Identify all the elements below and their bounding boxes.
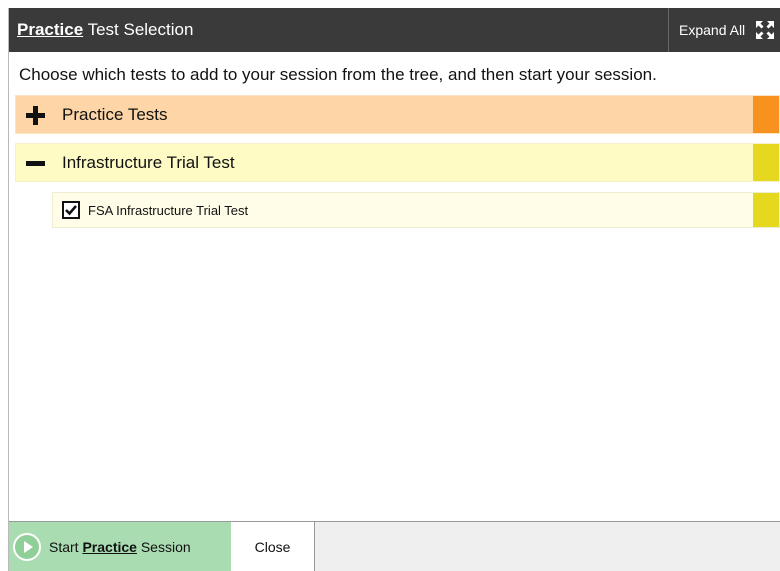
expand-arrows-icon: [755, 20, 775, 40]
row-accent-bar: [753, 144, 779, 181]
expand-all-button[interactable]: Expand All: [668, 8, 780, 52]
start-practice-session-button[interactable]: Start Practice Session: [9, 522, 231, 571]
title-keyword: Practice: [17, 20, 84, 39]
plus-icon[interactable]: [16, 96, 56, 133]
start-prefix: Start: [49, 538, 79, 555]
tree-node-infrastructure-trial-test[interactable]: Infrastructure Trial Test: [15, 143, 780, 182]
minus-icon[interactable]: [16, 144, 56, 181]
dialog-title: Practice Test Selection: [17, 8, 193, 52]
tree-leaf-label: FSA Infrastructure Trial Test: [88, 202, 249, 218]
title-bar: Practice Test Selection Expand All: [9, 8, 780, 52]
instructions-text: Choose which tests to add to your sessio…: [19, 65, 657, 84]
test-selection-dialog: Practice Test Selection Expand All Choos…: [8, 8, 780, 571]
close-button[interactable]: Close: [231, 522, 315, 571]
tree-node-label: Infrastructure Trial Test: [62, 152, 235, 172]
row-accent-bar: [753, 96, 779, 133]
dialog-footer: Start Practice Session Close: [9, 521, 780, 571]
checkmark-icon: [65, 205, 77, 216]
play-circle-icon: [13, 532, 41, 561]
test-checkbox[interactable]: [62, 201, 80, 219]
start-suffix: Session: [140, 538, 191, 555]
row-accent-bar: [753, 193, 779, 227]
expand-all-label: Expand All: [679, 22, 746, 38]
minus-icon-bar: [26, 161, 45, 166]
start-keyword: Practice: [82, 538, 137, 555]
tree-leaf-fsa-infrastructure-trial-test[interactable]: FSA Infrastructure Trial Test: [52, 192, 780, 228]
title-rest: Test Selection: [83, 20, 194, 39]
tree-node-practice-tests[interactable]: Practice Tests: [15, 95, 780, 134]
tree-node-label: Practice Tests: [62, 104, 168, 124]
plus-icon-vertical: [33, 106, 38, 125]
